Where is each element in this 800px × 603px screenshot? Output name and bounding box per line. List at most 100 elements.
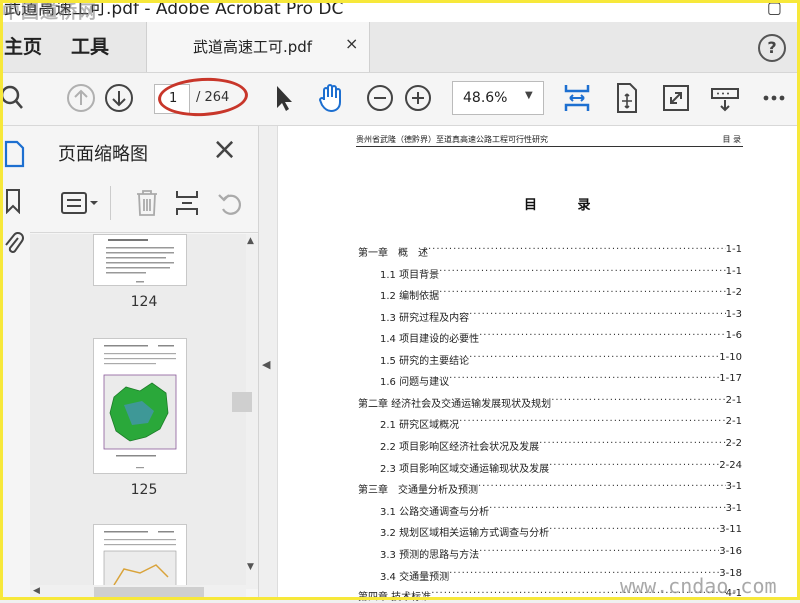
thumbnail-page-125[interactable] bbox=[93, 338, 187, 474]
toc-leader-dots: ········································… bbox=[449, 373, 719, 384]
options-icon[interactable] bbox=[60, 190, 100, 216]
toc-leader-dots: ········································… bbox=[469, 352, 720, 363]
page-header: 贵州省武隆（德黔界）至道真高速公路工程可行性研究 目 录 bbox=[356, 134, 743, 147]
thumbnail-label: 124 bbox=[130, 294, 158, 310]
prev-page-icon[interactable] bbox=[64, 81, 98, 115]
scroll-up-icon[interactable]: ▲ bbox=[247, 236, 254, 246]
toc-entry[interactable]: 1.2 编制依据 ·······························… bbox=[380, 287, 742, 302]
toc-entry-label: 1.6 问题与建议 bbox=[380, 377, 450, 388]
toc-entry-label: 1.3 研究过程及内容 bbox=[380, 313, 470, 324]
next-page-icon[interactable] bbox=[102, 81, 136, 115]
watermark-top: 中国道桥网 bbox=[2, 2, 97, 23]
panel-toolbar bbox=[30, 176, 258, 233]
toc-leader-dots: ········································… bbox=[549, 460, 720, 471]
tab-home[interactable]: 主页 bbox=[4, 32, 42, 59]
toc-leader-dots: ········································… bbox=[459, 416, 726, 427]
tab-document[interactable]: 武道高速工可.pdf × bbox=[146, 22, 370, 72]
toc-entry-label: 3.1 公路交通调查与分析 bbox=[380, 507, 490, 518]
toc-entry[interactable]: 3.2 规划区域相关运输方式调查与分析 ····················… bbox=[380, 524, 742, 539]
toc-entry[interactable]: 第二章 经济社会及交通运输发展现状及规划 ···················… bbox=[358, 395, 742, 410]
toc-entry[interactable]: 3.3 预测的思路与方法 ···························… bbox=[380, 546, 742, 561]
toc-leader-dots: ········································… bbox=[479, 330, 726, 341]
toc-leader-dots: ········································… bbox=[469, 309, 726, 320]
toc-entry[interactable]: 第一章 概 述 ································… bbox=[358, 244, 742, 259]
thumbnail-horizontal-scrollbar[interactable]: ◀ bbox=[30, 585, 246, 600]
toc-leader-dots: ········································… bbox=[439, 287, 726, 298]
panel-title: 页面缩略图 bbox=[58, 144, 148, 165]
toc-entry[interactable]: 1.5 研究的主要结论 ····························… bbox=[380, 352, 742, 367]
trash-icon[interactable] bbox=[134, 188, 160, 218]
thumbnails-panel: 页面缩略图 × 124 125 ▲ ▼ ◀ bbox=[30, 126, 259, 600]
toc-leader-dots: ········································… bbox=[428, 244, 726, 255]
fit-width-icon[interactable] bbox=[560, 81, 594, 115]
page-thumbnails-icon[interactable] bbox=[3, 140, 25, 168]
tab-bar: 主页 工具 武道高速工可.pdf × ? bbox=[0, 22, 800, 73]
search-icon[interactable] bbox=[0, 81, 34, 115]
document-view[interactable]: 贵州省武隆（德黔界）至道真高速公路工程可行性研究 目 录 目 录 第一章 概 述… bbox=[278, 126, 800, 603]
bookmark-icon[interactable] bbox=[4, 188, 22, 214]
thumbnail-page-126[interactable] bbox=[93, 524, 187, 589]
undo-icon[interactable] bbox=[216, 188, 244, 218]
horizontal-scroll-thumb[interactable] bbox=[94, 587, 204, 598]
help-button[interactable]: ? bbox=[758, 34, 786, 62]
toc-entry[interactable]: 2.1 研究区域概况 ·····························… bbox=[380, 416, 742, 431]
scroll-left-icon[interactable]: ◀ bbox=[33, 586, 40, 596]
toc-entry-page: 1-10 bbox=[719, 352, 742, 363]
select-cursor-icon[interactable] bbox=[268, 81, 302, 115]
toc-entry[interactable]: 1.3 研究过程及内容 ····························… bbox=[380, 309, 742, 324]
panel-close-button[interactable]: × bbox=[212, 132, 237, 167]
toc-entry[interactable]: 3.1 公路交通调查与分析 ··························… bbox=[380, 503, 742, 518]
toc-leader-dots: ········································… bbox=[539, 438, 726, 449]
more-icon[interactable] bbox=[757, 81, 791, 115]
toc-entry[interactable]: 1.4 项目建设的必要性 ···························… bbox=[380, 330, 742, 345]
toc-entry-page: 1-1 bbox=[725, 244, 742, 255]
chevron-down-icon: ▼ bbox=[525, 90, 533, 101]
tab-tools[interactable]: 工具 bbox=[71, 32, 109, 59]
toc-entry[interactable]: 1.6 问题与建议 ······························… bbox=[380, 373, 742, 388]
zoom-out-icon[interactable] bbox=[363, 81, 397, 115]
toc-entry-label: 2.3 项目影响区域交通运输现状及发展 bbox=[380, 464, 550, 475]
main-toolbar: 1 / 264 48.6% ▼ bbox=[0, 73, 800, 126]
toc-leader-dots: ········································… bbox=[478, 481, 726, 492]
toc-leader-dots: ········································… bbox=[549, 524, 720, 535]
toc-entry-page: 2-24 bbox=[719, 460, 742, 471]
toc-entry-label: 1.4 项目建设的必要性 bbox=[380, 334, 480, 345]
toc-entry[interactable]: 1.1 项目背景 ·······························… bbox=[380, 266, 742, 281]
toc-entry-label: 2.2 项目影响区经济社会状况及发展 bbox=[380, 442, 540, 453]
full-screen-icon[interactable] bbox=[659, 81, 693, 115]
attachment-icon[interactable] bbox=[3, 230, 25, 258]
toc-entry[interactable]: 2.2 项目影响区经济社会状况及发展 ·····················… bbox=[380, 438, 742, 453]
zoom-in-icon[interactable] bbox=[401, 81, 435, 115]
panel-splitter[interactable]: ◀ bbox=[259, 126, 278, 600]
toc-entry-label: 3.3 预测的思路与方法 bbox=[380, 550, 480, 561]
toc-entry-page: 3-1 bbox=[725, 503, 742, 514]
toc-leader-dots: ········································… bbox=[489, 503, 726, 514]
left-rail bbox=[0, 126, 30, 600]
crop-icon[interactable] bbox=[174, 188, 200, 218]
toc-entry-page: 2-1 bbox=[725, 395, 742, 406]
toc-leader-dots: ········································… bbox=[551, 395, 725, 406]
scroll-down-icon[interactable]: ▼ bbox=[247, 562, 254, 572]
toc-entry-label: 第三章 交通量分析及预测 bbox=[358, 485, 478, 496]
hand-icon[interactable] bbox=[315, 81, 349, 115]
toc-entry[interactable]: 第三章 交通量分析及预测 ···························… bbox=[358, 481, 742, 496]
thumbnail-page-124[interactable] bbox=[93, 234, 187, 286]
vertical-scroll-thumb[interactable] bbox=[232, 392, 252, 412]
thumbnail-label: 125 bbox=[130, 482, 158, 498]
zoom-select[interactable]: 48.6% ▼ bbox=[452, 81, 544, 115]
toc-entry-page: 2-2 bbox=[725, 438, 742, 449]
title-bar: 武道高速工可.pdf - Adobe Acrobat Pro DC ▢ bbox=[0, 0, 800, 22]
close-tab-button[interactable]: × bbox=[345, 34, 358, 53]
header-right: 目 录 bbox=[722, 135, 741, 144]
read-mode-icon[interactable] bbox=[708, 81, 742, 115]
toc-entry-page: 1-1 bbox=[725, 266, 742, 277]
toc-entry-page: 3-11 bbox=[719, 524, 742, 535]
scroll-mode-icon[interactable] bbox=[610, 81, 644, 115]
window-control[interactable]: ▢ bbox=[767, 0, 782, 17]
toc-entry[interactable]: 2.3 项目影响区域交通运输现状及发展 ····················… bbox=[380, 460, 742, 475]
toc-entry-label: 1.5 研究的主要结论 bbox=[380, 356, 470, 367]
header-left: 贵州省武隆（德黔界）至道真高速公路工程可行性研究 bbox=[356, 135, 548, 144]
divider bbox=[110, 186, 111, 220]
toc-entry-page: 1-6 bbox=[725, 330, 742, 341]
collapse-panel-icon[interactable]: ◀ bbox=[262, 358, 270, 371]
